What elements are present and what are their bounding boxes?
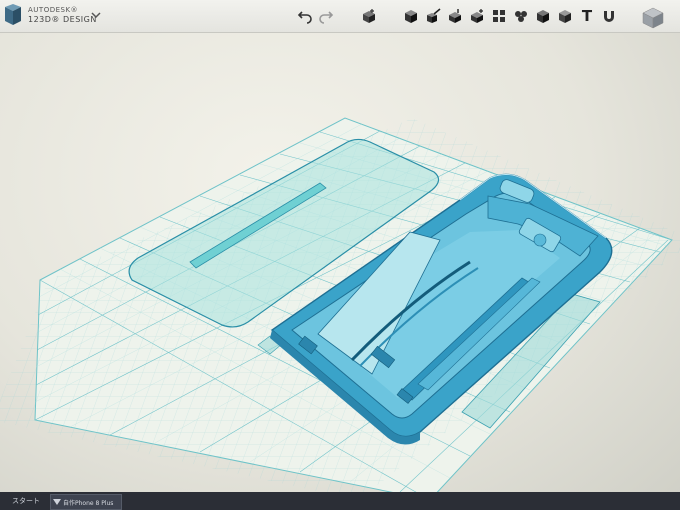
redo-button[interactable] [317,7,335,25]
sketch-tool[interactable] [402,7,420,25]
measure-tool[interactable] [534,7,552,25]
combine-tool[interactable] [512,7,530,25]
brand-company: AUTODESK® [28,6,79,14]
construct-tool[interactable] [424,7,442,25]
monitor-screen: AUTODESK® 123D® DESIGN T スタート 自作Phone 8 … [0,0,680,510]
pattern-grid-icon [493,10,505,22]
move-cube-icon [471,9,483,23]
viewcube-icon[interactable] [638,6,668,30]
solid-cube-icon [537,10,549,23]
undo-icon [297,11,312,24]
undo-button[interactable] [296,7,314,25]
ruler-cube-icon [559,10,571,23]
app-logo-icon[interactable] [4,4,22,26]
modify-tool[interactable] [446,7,464,25]
pattern-tool[interactable] [468,7,486,25]
magnet-icon [604,11,614,22]
app-task-icon [53,499,61,505]
group-icon [515,11,527,22]
pencil-cube-icon [427,8,441,23]
start-button[interactable]: スタート [12,496,40,506]
text-tool-glyph: T [581,7,593,25]
push-pull-icon [449,9,461,23]
material-tool[interactable] [556,7,574,25]
cube-icon [405,10,417,23]
redo-icon [319,11,334,24]
grouping-tool[interactable] [490,7,508,25]
primitives-tool[interactable] [360,7,378,25]
text-tool[interactable]: T [578,7,596,25]
taskbar-app-label: 自作Phone 8 Plus [63,500,114,507]
3d-viewport[interactable] [0,32,680,492]
snap-tool[interactable] [600,7,618,25]
os-taskbar: スタート 自作Phone 8 Plus [0,492,680,510]
add-box-icon [363,9,375,23]
taskbar-app-item[interactable]: 自作Phone 8 Plus [50,494,122,510]
chevron-down-icon[interactable] [91,11,101,19]
brand-product: 123D® DESIGN [28,15,97,24]
main-toolbar: AUTODESK® 123D® DESIGN T [0,0,680,33]
